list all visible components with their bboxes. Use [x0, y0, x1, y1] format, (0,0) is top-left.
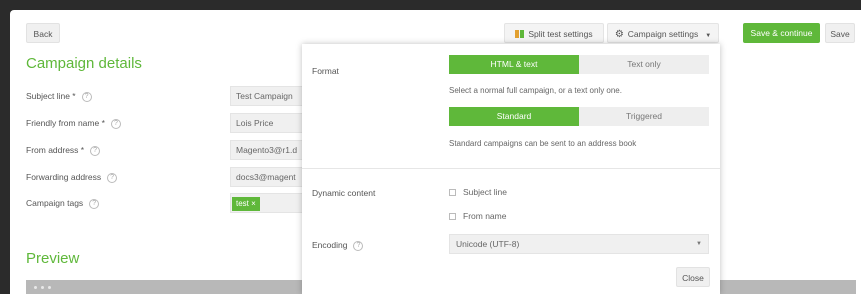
format-note: Select a normal full campaign, or a text… [449, 86, 622, 95]
from-address-input[interactable]: Magento3@r1.d [230, 140, 310, 160]
help-icon[interactable]: ? [81, 91, 92, 102]
subject-line-checkbox[interactable]: Subject line [449, 187, 507, 197]
help-icon[interactable]: ? [89, 198, 100, 209]
campaign-tags-input[interactable]: test × [230, 193, 310, 213]
friendly-from-name-input[interactable]: Lois Price [230, 113, 310, 133]
campaign-editor: Back Split test settings ⚙ Campaign setti… [10, 10, 861, 294]
encoding-label: Encoding? [312, 240, 364, 251]
format-html-text-option[interactable]: HTML & text [449, 55, 579, 74]
caret-down-icon: ▼ [696, 241, 702, 247]
campaign-settings-panel: Format HTML & text Text only Select a no… [302, 44, 720, 294]
save-button[interactable]: Save [825, 23, 855, 43]
panel-divider [302, 168, 720, 169]
checkbox-icon[interactable] [449, 213, 456, 221]
preview-heading: Preview [26, 250, 80, 267]
campaign-type-note: Standard campaigns can be sent to an add… [449, 139, 637, 148]
campaign-details-heading: Campaign details [26, 55, 142, 72]
forwarding-address-input[interactable]: docs3@magent [230, 167, 310, 187]
checkbox-icon[interactable] [449, 189, 456, 197]
campaign-type-toggle: Standard Triggered [449, 107, 709, 126]
from-address-label: From address *? [26, 145, 101, 156]
help-icon[interactable]: ? [90, 145, 101, 156]
type-standard-option[interactable]: Standard [449, 107, 579, 126]
help-icon[interactable]: ? [353, 240, 364, 251]
split-test-settings-button[interactable]: Split test settings [504, 23, 604, 43]
campaign-settings-button[interactable]: ⚙ Campaign settings ▼ [607, 23, 719, 43]
type-triggered-option[interactable]: Triggered [579, 107, 709, 126]
campaign-tags-label: Campaign tags? [26, 198, 100, 209]
format-label: Format [312, 66, 339, 76]
subject-line-label: Subject line *? [26, 91, 92, 102]
subject-line-input[interactable]: Test Campaign [230, 86, 310, 106]
save-and-continue-button[interactable]: Save & continue [743, 23, 820, 43]
forwarding-address-label: Forwarding address? [26, 172, 118, 183]
friendly-from-name-label: Friendly from name *? [26, 118, 121, 129]
help-icon[interactable]: ? [110, 118, 121, 129]
dynamic-content-label: Dynamic content [312, 188, 376, 198]
back-button[interactable]: Back [26, 23, 60, 43]
help-icon[interactable]: ? [107, 172, 118, 183]
format-toggle: HTML & text Text only [449, 55, 709, 74]
tag-chip[interactable]: test × [232, 197, 260, 211]
split-test-icon [515, 30, 525, 38]
encoding-select[interactable]: Unicode (UTF-8) ▼ [449, 234, 709, 254]
close-button[interactable]: Close [676, 267, 710, 287]
format-text-only-option[interactable]: Text only [579, 55, 709, 74]
caret-down-icon: ▼ [705, 33, 712, 39]
from-name-checkbox[interactable]: From name [449, 211, 506, 221]
gear-icon: ⚙ [614, 29, 624, 40]
